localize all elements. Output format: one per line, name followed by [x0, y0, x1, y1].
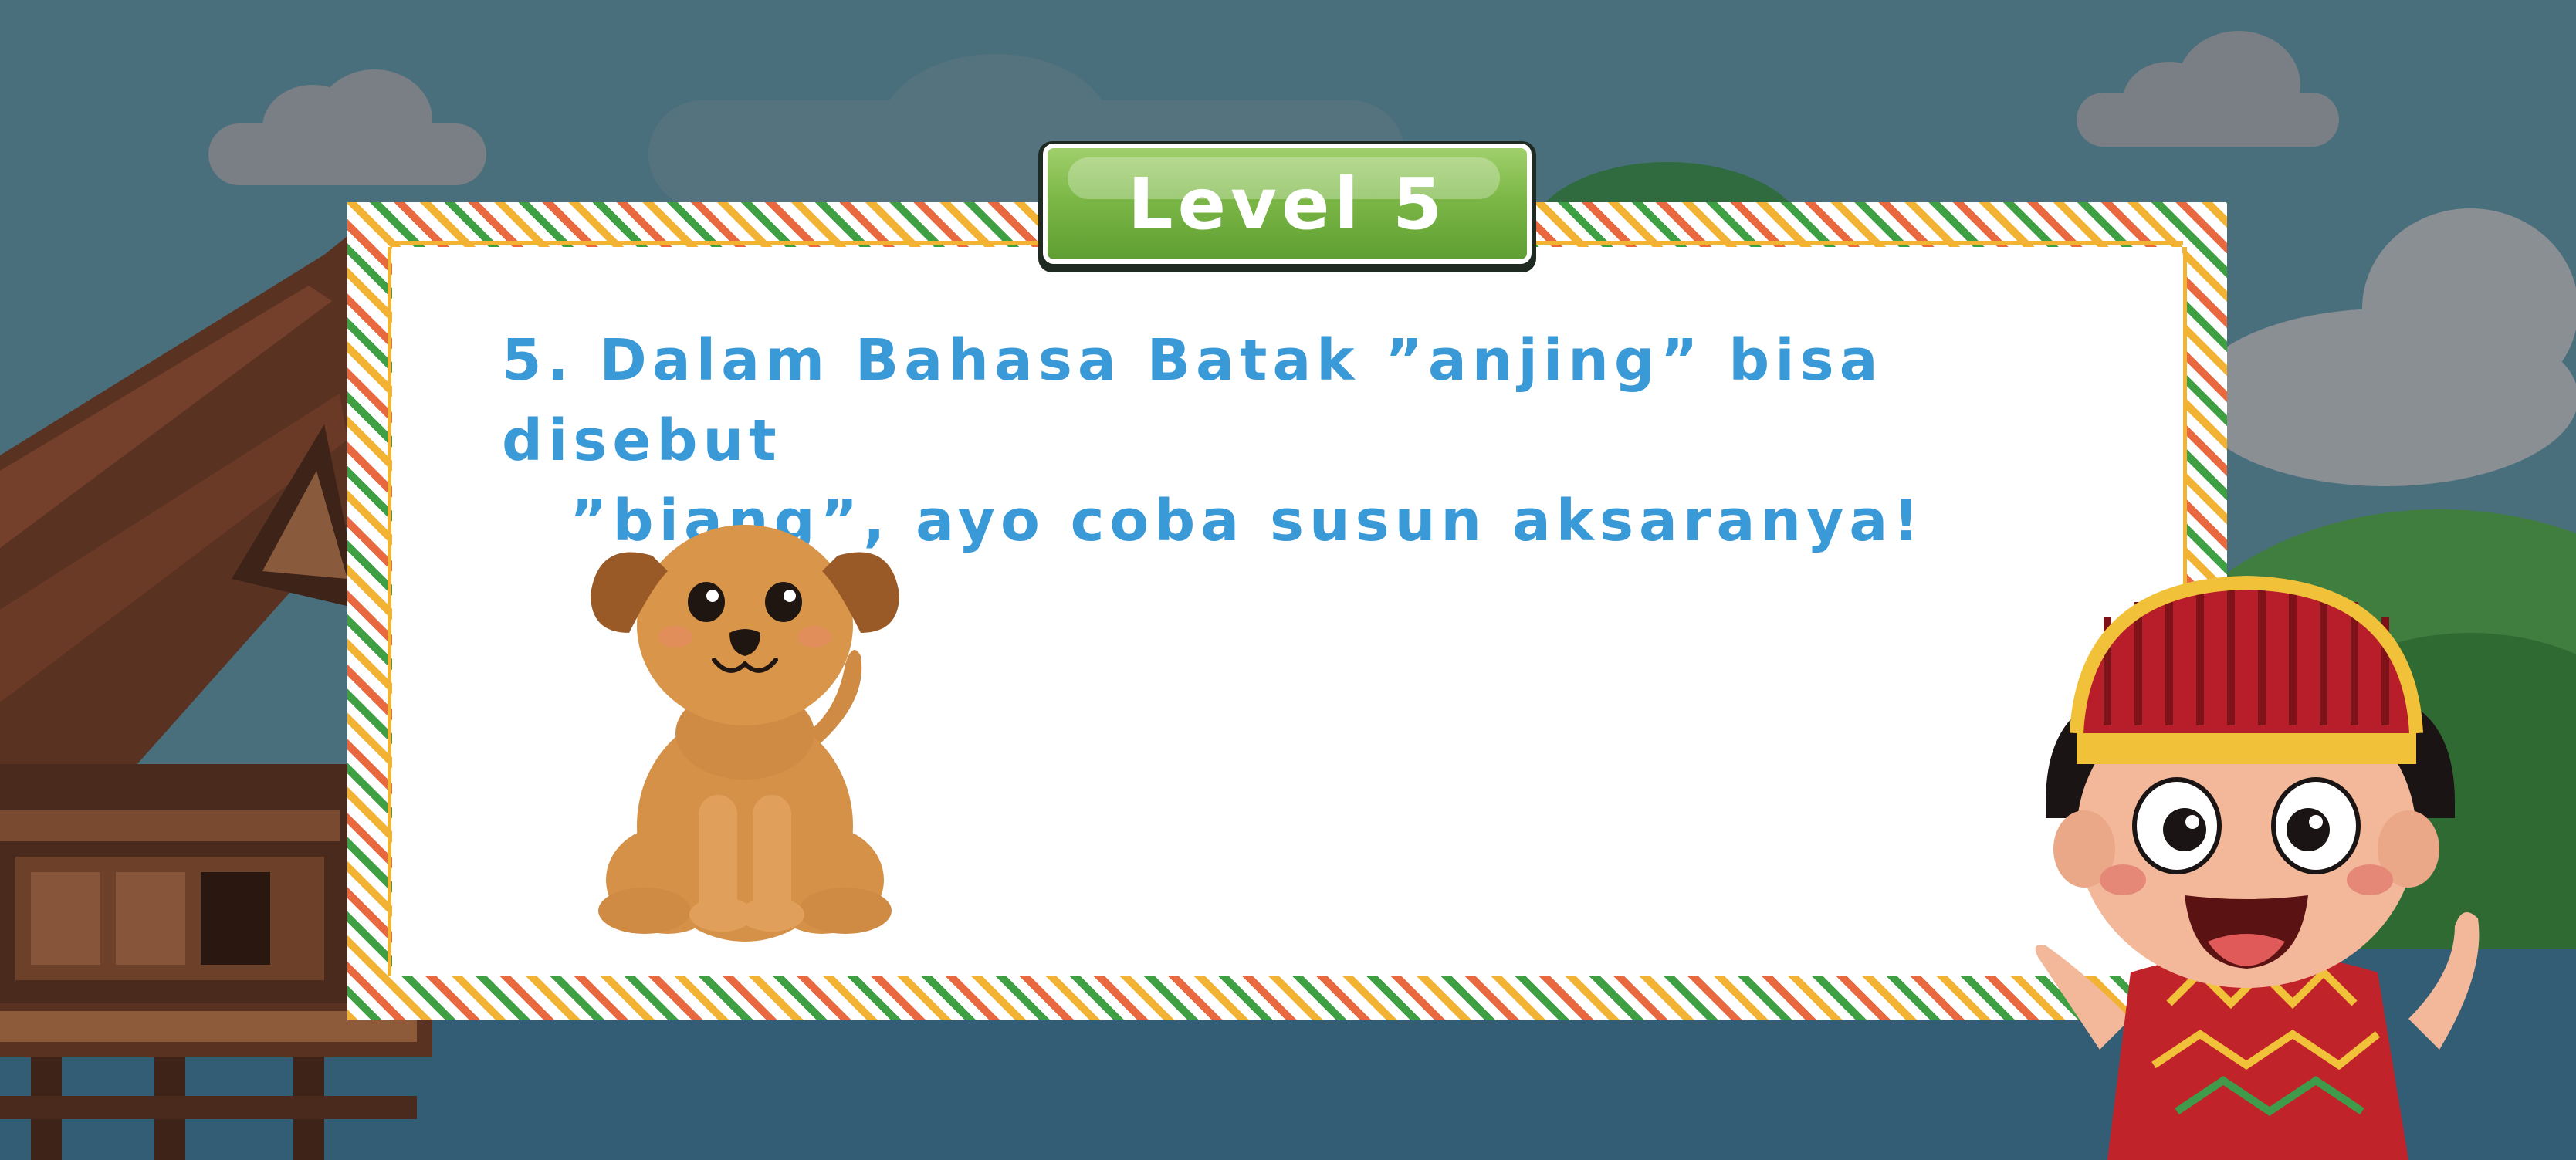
question-line-1: Dalam Bahasa Batak ”anjing” bisa disebut — [502, 327, 1884, 474]
batak-boy-character — [2035, 575, 2480, 1160]
level-label: Level 5 — [1128, 162, 1447, 245]
game-scene: Level 5 5. Dalam Bahasa Batak ”anjing” b… — [0, 0, 2576, 1160]
cloud-left — [208, 69, 486, 185]
dog-illustration — [591, 525, 899, 942]
cloud-right — [2077, 31, 2339, 147]
question-number: 5. — [502, 327, 574, 394]
level-badge: Level 5 — [1043, 144, 1532, 264]
frame-line-left — [388, 247, 391, 976]
